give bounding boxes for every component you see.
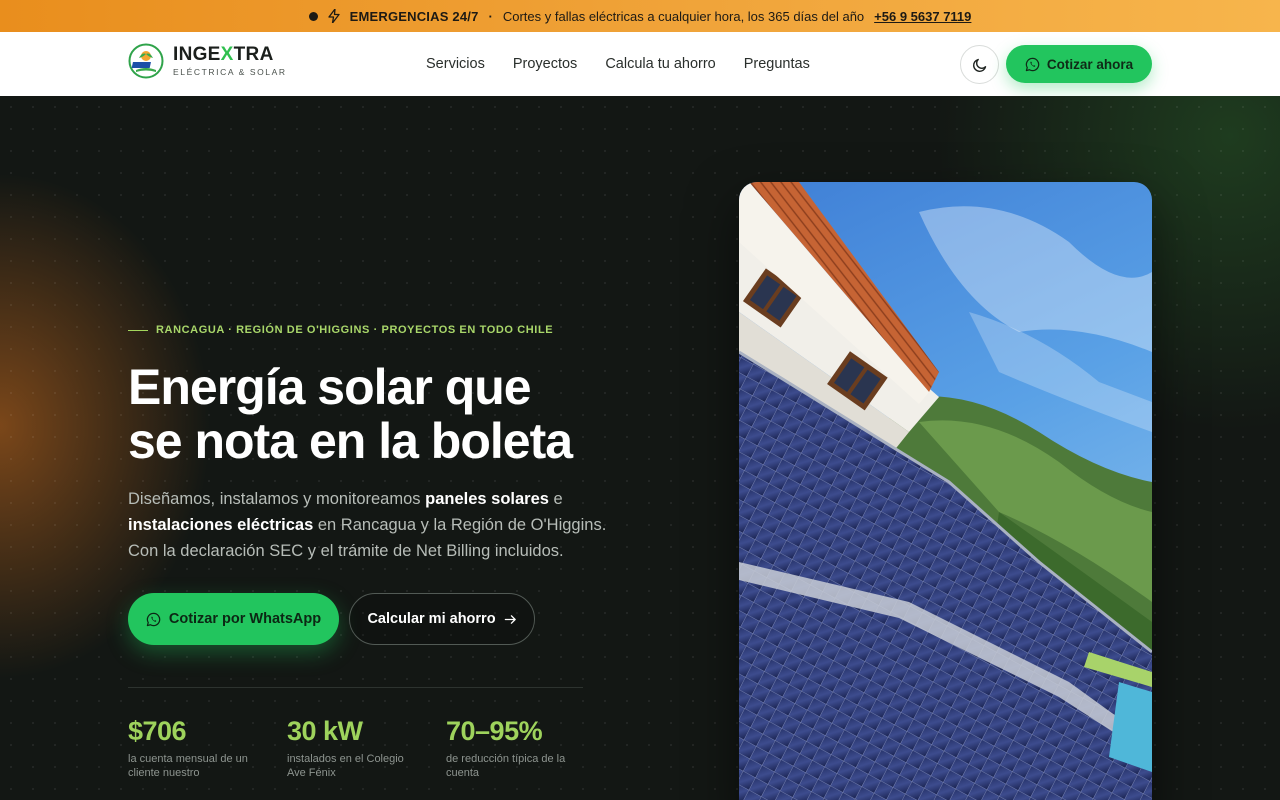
hero-title-highlight: en la boleta bbox=[308, 413, 575, 471]
stat-value: 70–95% bbox=[446, 716, 543, 746]
emergency-label: EMERGENCIAS 24/7 bbox=[349, 8, 479, 24]
stat-item: 70–95% de reducción típica de la cuenta bbox=[446, 714, 605, 780]
nav-link-proyectos[interactable]: Proyectos bbox=[513, 56, 577, 72]
hero-stats: $706 la cuenta mensual de un cliente nue… bbox=[128, 714, 605, 780]
stat-item: $706 la cuenta mensual de un cliente nue… bbox=[128, 714, 287, 780]
calcular-ahorro-label: Calcular mi ahorro bbox=[367, 611, 496, 627]
cotizar-whatsapp-label: Cotizar por WhatsApp bbox=[168, 611, 322, 627]
solar-installation-photo bbox=[739, 182, 1152, 800]
stat-description: instalados en el Colegio Ave Fénix bbox=[287, 753, 404, 779]
cotizar-whatsapp-button[interactable]: Cotizar por WhatsApp bbox=[128, 593, 339, 645]
hero-title: Energía solar que se nota en la boleta bbox=[128, 359, 575, 471]
emergency-phone-link[interactable]: +56 9 5637 7119 bbox=[874, 9, 971, 24]
bolt-icon bbox=[327, 9, 340, 23]
nav-link-calcula[interactable]: Calcula tu ahorro bbox=[605, 56, 715, 72]
whatsapp-icon bbox=[146, 612, 161, 626]
brand-name: INGEXTRA bbox=[173, 44, 274, 65]
cotizar-ahora-label: Cotizar ahora bbox=[1046, 56, 1134, 72]
status-dot-icon bbox=[308, 11, 318, 21]
emergency-banner: EMERGENCIAS 24/7 · Cortes y fallas eléct… bbox=[0, 0, 1280, 32]
stats-divider bbox=[128, 687, 583, 688]
emergency-message: Cortes y fallas eléctricas a cualquier h… bbox=[502, 8, 865, 24]
moon-icon bbox=[972, 58, 986, 72]
nav-menu: Servicios Proyectos Calcula tu ahorro Pr… bbox=[426, 32, 810, 96]
cotizar-ahora-button[interactable]: Cotizar ahora bbox=[1006, 45, 1152, 83]
hero-section: RANCAGUA · REGIÓN DE O'HIGGINS · PROYECT… bbox=[0, 96, 1280, 800]
main-navbar: INGEXTRA ELÉCTRICA & SOLAR Servicios Pro… bbox=[0, 32, 1280, 96]
hero-description: Diseñamos, instalamos y monitoreamos pan… bbox=[128, 490, 607, 560]
logo-icon bbox=[128, 43, 164, 79]
hero-eyebrow: RANCAGUA · REGIÓN DE O'HIGGINS · PROYECT… bbox=[128, 324, 553, 336]
stat-description: de reducción típica de la cuenta bbox=[446, 753, 566, 779]
brand-tagline: ELÉCTRICA & SOLAR bbox=[173, 67, 287, 77]
stat-item: 30 kW instalados en el Colegio Ave Fénix bbox=[287, 714, 446, 780]
brand-logo[interactable]: INGEXTRA ELÉCTRICA & SOLAR bbox=[128, 43, 287, 79]
nav-link-servicios[interactable]: Servicios bbox=[426, 56, 485, 72]
theme-toggle-button[interactable] bbox=[960, 45, 999, 84]
nav-link-preguntas[interactable]: Preguntas bbox=[744, 56, 810, 72]
whatsapp-icon bbox=[1025, 57, 1040, 71]
eyebrow-text: RANCAGUA · REGIÓN DE O'HIGGINS · PROYECT… bbox=[156, 324, 554, 336]
arrow-right-icon bbox=[504, 614, 516, 624]
stat-value: 30 kW bbox=[287, 716, 363, 746]
eyebrow-line bbox=[128, 329, 148, 331]
stat-description: la cuenta mensual de un cliente nuestro bbox=[128, 753, 248, 779]
banner-separator: · bbox=[488, 8, 493, 24]
stat-value: $706 bbox=[128, 716, 187, 746]
calcular-ahorro-button[interactable]: Calcular mi ahorro bbox=[349, 593, 535, 645]
